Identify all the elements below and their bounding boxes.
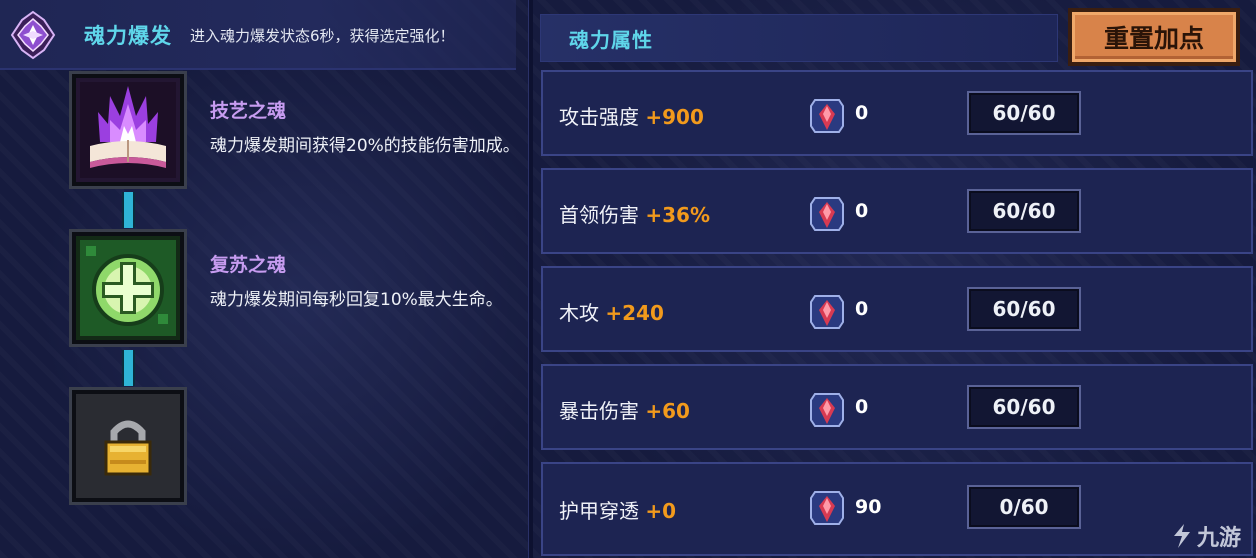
soul-gem-icon [810,491,844,525]
attribute-level[interactable]: 60/60 [967,385,1081,429]
attribute-row: 攻击强度 +900 0 60/60 [541,70,1253,156]
soul-gem-icon [810,99,844,133]
attribute-level[interactable]: 0/60 [967,485,1081,529]
soul-crystal-icon [10,10,56,60]
soul-gem-icon [810,295,844,329]
soul-name: 技艺之魂 [210,100,287,122]
panel-divider [528,0,533,558]
soul-connector [122,350,135,386]
attribute-bonus: +0 [645,499,677,523]
attribute-label: 护甲穿透 +0 [559,499,677,523]
soul-slot-skill[interactable] [66,68,190,192]
soul-slot-locked[interactable] [66,384,190,508]
attribute-level[interactable]: 60/60 [967,189,1081,233]
attribute-row: 首领伤害 +36% 0 60/60 [541,168,1253,254]
watermark-logo-icon [1174,524,1190,548]
soul-burst-description: 进入魂力爆发状态6秒，获得选定强化！ [190,27,455,45]
attribute-cost: 0 [855,298,869,320]
attribute-bonus: +240 [605,301,664,325]
attribute-label: 木攻 +240 [559,301,664,325]
watermark-text: 九游 [1197,526,1242,551]
attribute-label: 首领伤害 +36% [559,203,710,227]
soul-attributes-title: 魂力属性 [569,28,653,52]
soul-description: 魂力爆发期间每秒回复10%最大生命。 [210,290,503,310]
attribute-cost: 0 [855,200,869,222]
soul-burst-title: 魂力爆发 [84,24,172,48]
attribute-cost: 0 [855,396,869,418]
attribute-bonus: +900 [645,105,704,129]
padlock-icon [104,420,152,476]
soul-burst-header: 魂力爆发 进入魂力爆发状态6秒，获得选定强化！ [0,0,516,70]
attribute-level[interactable]: 60/60 [967,287,1081,331]
attribute-row: 护甲穿透 +0 90 0/60 [541,462,1253,556]
attribute-row: 暴击伤害 +60 0 60/60 [541,364,1253,450]
attribute-level[interactable]: 60/60 [967,91,1081,135]
site-watermark: 九游 [1170,520,1241,552]
soul-connector [122,192,135,228]
soul-name: 复苏之魂 [210,254,287,276]
soul-burst-panel: 魂力爆发 进入魂力爆发状态6秒，获得选定强化！ 技艺之魂 魂力爆发期间获得20%… [0,0,530,558]
soul-slot-revival[interactable] [66,226,190,350]
soul-attributes-header: 魂力属性 [540,14,1058,62]
purple-flame-book-icon [80,82,176,178]
reset-points-button[interactable]: 重置加点 [1068,8,1240,66]
soul-description: 魂力爆发期间获得20%的技能伤害加成。 [210,136,520,156]
attribute-label: 暴击伤害 +60 [559,399,690,423]
green-heal-cross-icon [80,240,176,336]
attribute-cost: 0 [855,102,869,124]
soul-gem-icon [810,197,844,231]
attribute-cost: 90 [855,496,882,518]
attribute-bonus: +36% [645,203,710,227]
attribute-label: 攻击强度 +900 [559,105,704,129]
attribute-bonus: +60 [645,399,690,423]
soul-gem-icon [810,393,844,427]
attribute-row: 木攻 +240 0 60/60 [541,266,1253,352]
